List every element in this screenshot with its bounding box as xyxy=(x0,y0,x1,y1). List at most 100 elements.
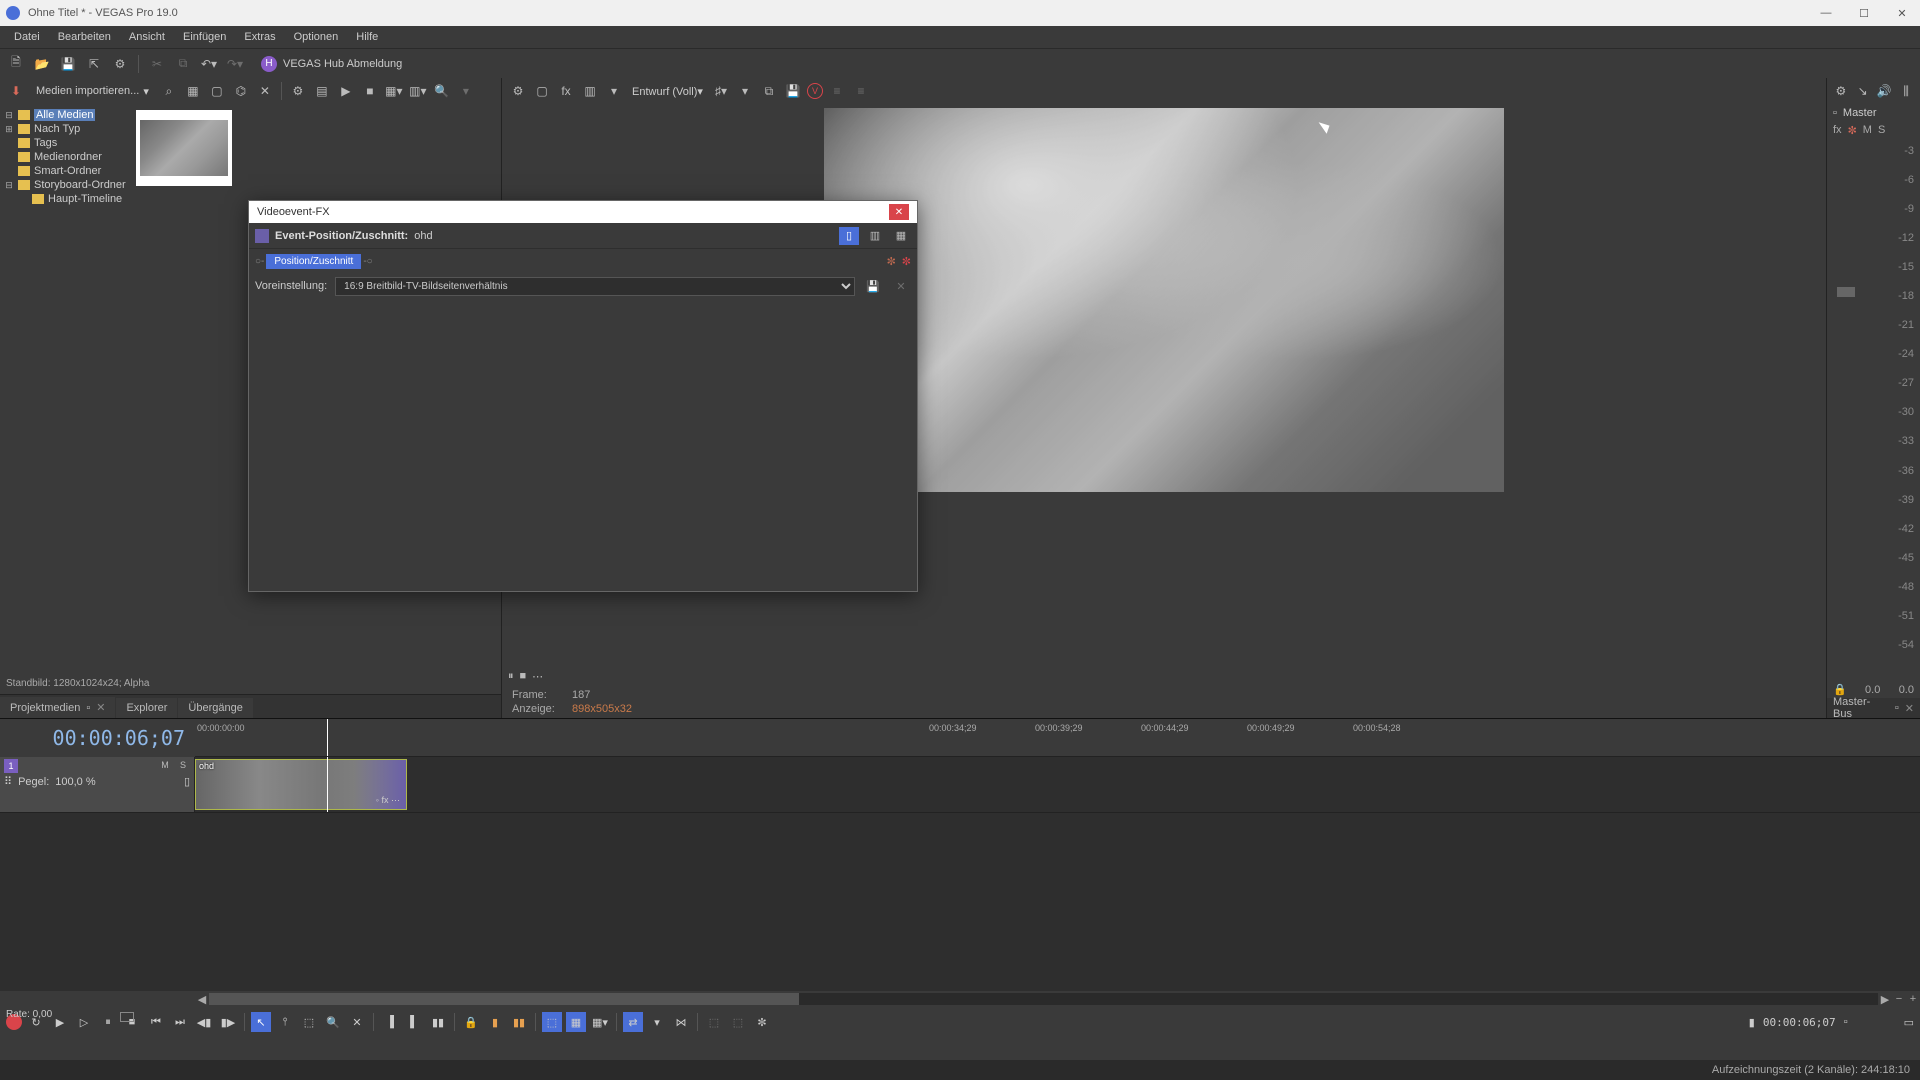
master-fx-btn[interactable]: fx xyxy=(1833,124,1842,137)
auto3-button[interactable]: ✼ xyxy=(752,1012,772,1032)
timecode-display[interactable]: 00:00:06;07 xyxy=(0,719,195,757)
track-handle-icon[interactable]: ⠿ xyxy=(4,775,12,788)
ripple-dropdown[interactable]: ▾ xyxy=(647,1012,667,1032)
rate-slider[interactable] xyxy=(120,1012,134,1022)
pv-more-icon[interactable]: ⋯ xyxy=(532,670,543,683)
track-solo-btn[interactable]: S xyxy=(176,760,190,772)
media-play-icon[interactable]: ▶ xyxy=(336,81,356,101)
fx-remove-icon[interactable]: ✼ xyxy=(902,255,911,268)
pv-dropdown-icon[interactable]: ▾ xyxy=(604,81,624,101)
pv-split-icon[interactable]: ▥ xyxy=(580,81,600,101)
cut-icon[interactable]: ✂ xyxy=(147,54,167,74)
next-frame-button[interactable]: ▮▶ xyxy=(218,1012,238,1032)
scrollbar[interactable] xyxy=(209,993,1878,1005)
chain-icon[interactable] xyxy=(255,229,269,243)
tab-uebergaenge[interactable]: Übergänge xyxy=(178,698,252,718)
pv-save-icon[interactable]: 💾 xyxy=(783,81,803,101)
ms-dim-icon[interactable]: ↘ xyxy=(1855,81,1871,101)
pv-props-icon[interactable]: ⚙ xyxy=(508,81,528,101)
crossfade-button[interactable]: ⋈ xyxy=(671,1012,691,1032)
fx-close-button[interactable]: ✕ xyxy=(889,204,909,220)
playhead-track[interactable] xyxy=(327,757,328,812)
trim-start-button[interactable]: ▐ xyxy=(380,1012,400,1032)
ms-speaker-icon[interactable]: 🔊 xyxy=(1877,81,1893,101)
refresh-icon[interactable]: ✕ xyxy=(255,81,275,101)
marker-right-icon[interactable]: ▮ xyxy=(1749,1016,1755,1029)
fx-titlebar[interactable]: Videoevent-FX ✕ xyxy=(249,201,917,223)
media-import-icon[interactable]: ⬇ xyxy=(6,81,26,101)
ms-gear-icon[interactable]: ⚙ xyxy=(1833,81,1849,101)
properties-icon[interactable]: ⚙ xyxy=(110,54,130,74)
sort-icon[interactable]: ▾ xyxy=(456,81,476,101)
media-fx-icon[interactable]: ⌬ xyxy=(231,81,251,101)
master-solo-btn[interactable]: S xyxy=(1878,124,1885,137)
preset-save-icon[interactable]: 💾 xyxy=(863,277,883,295)
video-clip[interactable]: ohd ◦ fx ⋯ xyxy=(195,759,407,810)
media-thumbnail[interactable] xyxy=(136,110,232,186)
media-stop-icon[interactable]: ■ xyxy=(360,81,380,101)
fx-chip-position[interactable]: Position/Zuschnitt xyxy=(266,254,361,269)
automation-button[interactable]: ⬚ xyxy=(704,1012,724,1032)
menu-hilfe[interactable]: Hilfe xyxy=(348,29,386,45)
auto-preview-icon[interactable]: ▦▾ xyxy=(384,81,404,101)
trim-end-button[interactable]: ▌ xyxy=(404,1012,424,1032)
copy-icon[interactable]: ⧉ xyxy=(173,54,193,74)
scroll-right-icon[interactable]: ▶ xyxy=(1878,993,1892,1006)
timecode-right[interactable]: 00:00:06;07 xyxy=(1763,1016,1836,1029)
split-button[interactable]: ▮▮ xyxy=(428,1012,448,1032)
go-start-button[interactable]: ⏮ xyxy=(146,1012,166,1032)
fx-add-icon[interactable]: ✼ xyxy=(887,255,896,268)
pv-pause-icon[interactable]: ⏸ xyxy=(508,670,514,683)
playhead[interactable] xyxy=(327,719,328,756)
track-mute-btn[interactable]: M xyxy=(158,760,172,772)
tc-box-icon[interactable]: ▫ xyxy=(1844,1016,1848,1028)
menu-optionen[interactable]: Optionen xyxy=(286,29,347,45)
hub-button[interactable]: H VEGAS Hub Abmeldung xyxy=(261,56,402,72)
master-meter[interactable]: -3-6-9 -12-15-18 -21-24-27 -30-33-36 -39… xyxy=(1827,139,1920,681)
undo-icon[interactable]: ↶▾ xyxy=(199,54,219,74)
track-slider-icon[interactable]: ▯ xyxy=(184,775,190,788)
pv-list-icon[interactable]: ≡ xyxy=(827,81,847,101)
pv-stop-icon[interactable]: ■ xyxy=(520,670,527,682)
get-media-icon[interactable]: ▦ xyxy=(183,81,203,101)
media-effects-icon[interactable]: ▤ xyxy=(312,81,332,101)
clip-fx-icon[interactable]: ◦ fx ⋯ xyxy=(376,795,400,806)
minimize-button[interactable]: — xyxy=(1814,7,1838,20)
zoom-button[interactable]: 🔍 xyxy=(323,1012,343,1032)
timeline-ruler[interactable]: 00:00:00:00 00:00:34;29 00:00:39;29 00:0… xyxy=(195,719,1920,757)
video-event-fx-dialog[interactable]: Videoevent-FX ✕ Event-Position/Zuschnitt… xyxy=(248,200,918,592)
import-media-button[interactable]: Medien importieren... ▾ xyxy=(30,83,155,100)
auto2-button[interactable]: ⬚ xyxy=(728,1012,748,1032)
track-header[interactable]: 1 M S ⠿ Pegel: 100,0 % ▯ xyxy=(0,757,195,812)
render-icon[interactable]: ⇱ xyxy=(84,54,104,74)
menu-bearbeiten[interactable]: Bearbeiten xyxy=(50,29,119,45)
quantize-button[interactable]: ▦ xyxy=(566,1012,586,1032)
fx-panel-btn2[interactable]: ▥ xyxy=(865,227,885,245)
new-icon[interactable]: 🗎 xyxy=(6,54,26,74)
tree-item[interactable]: ⊟Storyboard-Ordner xyxy=(2,178,128,192)
tree-item[interactable]: Smart-Ordner xyxy=(2,164,128,178)
tab-explorer[interactable]: Explorer xyxy=(116,698,177,718)
pv-list2-icon[interactable]: ≡ xyxy=(851,81,871,101)
scroll-thumb[interactable] xyxy=(209,993,799,1005)
master-tab[interactable]: Master-Bus ▫ ✕ xyxy=(1827,698,1920,718)
zoom-minus-icon[interactable]: − xyxy=(1892,993,1906,1005)
views-icon[interactable]: ▥▾ xyxy=(408,81,428,101)
tree-item[interactable]: ⊞Nach Typ xyxy=(2,122,128,136)
pause-button[interactable]: ⏸ xyxy=(98,1012,118,1032)
master-square-icon[interactable]: ▫ xyxy=(1833,107,1837,119)
maximize-button[interactable]: ☐ xyxy=(1852,7,1876,20)
tab-sq-icon[interactable]: ▫ xyxy=(1895,702,1899,714)
preview-quality-dropdown[interactable]: Entwurf (Voll)▾ xyxy=(628,85,707,98)
fx-panel-btn3[interactable]: ▦ xyxy=(891,227,911,245)
pv-extern-icon[interactable]: ▢ xyxy=(532,81,552,101)
normal-edit-button[interactable]: ↖ xyxy=(251,1012,271,1032)
tree-item[interactable]: Haupt-Timeline xyxy=(2,192,128,206)
pv-overlay2-icon[interactable]: ▾ xyxy=(735,81,755,101)
menu-ansicht[interactable]: Ansicht xyxy=(121,29,173,45)
layout-icon[interactable]: ▭ xyxy=(1904,1016,1914,1029)
lock-icon[interactable]: 🔒 xyxy=(1833,683,1847,696)
media-props-icon[interactable]: ⚙ xyxy=(288,81,308,101)
autoripple-button[interactable]: ⇄ xyxy=(623,1012,643,1032)
master-mute-btn[interactable]: M xyxy=(1863,124,1872,137)
